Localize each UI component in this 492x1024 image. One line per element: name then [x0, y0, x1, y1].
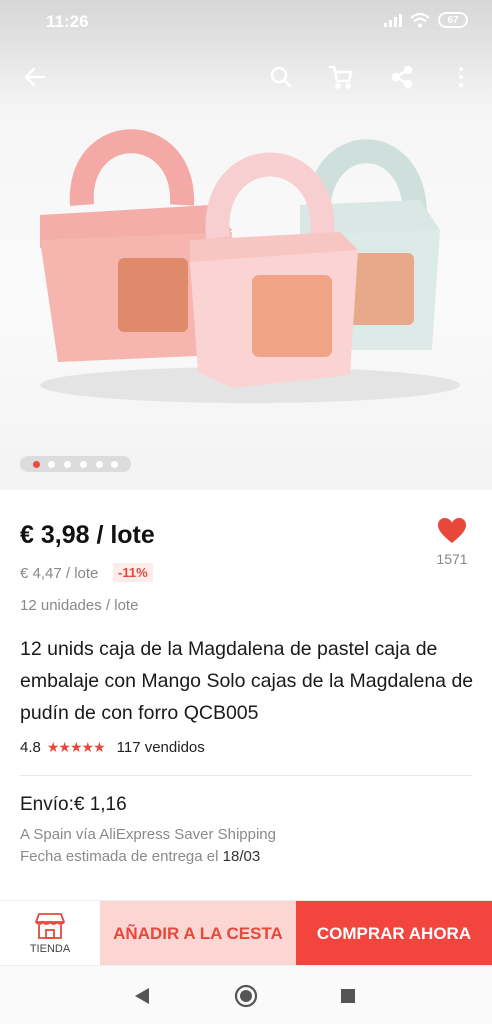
gallery-dot: [64, 460, 72, 468]
add-to-cart-button[interactable]: AÑADIR A LA CESTA: [100, 901, 296, 966]
nav-recents-icon[interactable]: [336, 984, 360, 1008]
wifi-icon: [410, 12, 430, 27]
cart-icon[interactable]: [326, 62, 356, 92]
store-button[interactable]: TIENDA: [0, 901, 100, 966]
signal-icon: [384, 14, 402, 27]
discount-badge: -11%: [113, 563, 153, 582]
status-icons: 67: [384, 12, 468, 28]
product-image-gallery[interactable]: 11:26 67: [0, 0, 492, 490]
store-label: TIENDA: [29, 943, 71, 955]
gallery-dot: [95, 460, 103, 468]
battery-icon: 67: [438, 12, 468, 28]
delivery-estimate: Fecha estimada de entrega el 18/03: [20, 848, 260, 865]
shipping-cost[interactable]: Envío:€ 1,16: [20, 794, 127, 816]
gallery-page-indicator: [20, 456, 131, 472]
share-icon[interactable]: [387, 62, 417, 92]
more-vert-icon[interactable]: [446, 62, 476, 92]
wishlist-count: 1571: [436, 551, 468, 567]
system-nav-bar: [0, 965, 492, 1024]
sold-count: 117 vendidos: [116, 739, 205, 756]
store-icon: [35, 913, 65, 939]
divider: [20, 775, 472, 776]
gallery-dot: [32, 460, 40, 468]
top-app-bar: [0, 56, 492, 96]
status-time: 11:26: [46, 12, 89, 31]
nav-home-icon[interactable]: [234, 984, 258, 1008]
shipping-method: A Spain vía AliExpress Saver Shipping: [20, 826, 276, 843]
wishlist-button[interactable]: 1571: [430, 518, 474, 567]
rating-row[interactable]: 4.8 ★★★★★ 117 vendidos: [20, 739, 205, 756]
bottom-action-bar: TIENDA AÑADIR A LA CESTA COMPRAR AHORA: [0, 900, 492, 966]
buy-now-button[interactable]: COMPRAR AHORA: [296, 901, 492, 966]
rating-value: 4.8: [20, 739, 41, 756]
back-arrow-icon[interactable]: [20, 62, 50, 92]
rating-stars: ★★★★★: [46, 739, 106, 755]
gallery-dot: [48, 460, 56, 468]
gallery-dot: [79, 460, 87, 468]
units-per-lot: 12 unidades / lote: [20, 597, 139, 614]
product-title: 12 unids caja de la Magdalena de pastel …: [20, 638, 474, 724]
delivery-date: 18/03: [222, 848, 261, 865]
price: € 3,98 / lote: [20, 521, 155, 549]
status-bar: 11:26 67: [0, 0, 492, 44]
nav-back-icon[interactable]: [130, 984, 154, 1008]
original-price: € 4,47 / lote: [20, 565, 99, 582]
search-icon[interactable]: [266, 62, 296, 92]
gallery-dot: [111, 460, 119, 468]
heart-icon: [438, 518, 466, 543]
delivery-label: Fecha estimada de entrega el: [20, 848, 219, 865]
